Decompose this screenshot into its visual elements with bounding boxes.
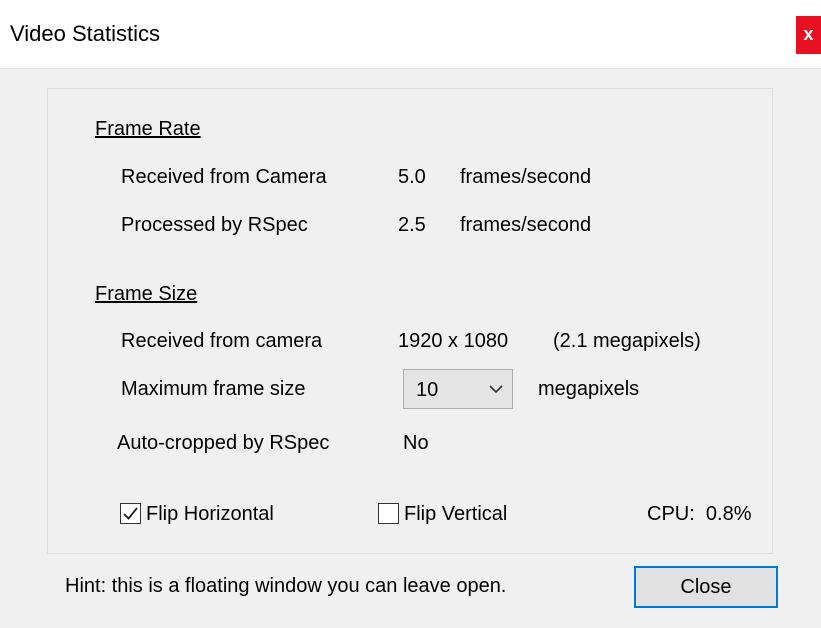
chevron-down-icon: [489, 385, 503, 394]
megapixels-note: (2.1 megapixels): [553, 330, 701, 352]
max-frame-size-label: Maximum frame size: [121, 378, 306, 400]
auto-cropped-value: No: [403, 432, 429, 454]
auto-cropped-label: Auto-cropped by RSpec: [117, 432, 330, 454]
received-fps-value: 5.0: [398, 166, 426, 188]
stats-panel: [47, 88, 773, 554]
close-icon[interactable]: x: [796, 16, 821, 54]
title-bar: Video Statistics x: [0, 0, 821, 69]
frame-size-heading: Frame Size: [95, 283, 198, 305]
flip-horizontal-label[interactable]: Flip Horizontal: [146, 503, 274, 526]
max-frame-size-unit: megapixels: [538, 378, 640, 400]
processed-fps-unit: frames/second: [460, 214, 592, 236]
window-title: Video Statistics: [10, 21, 161, 46]
frame-size-received-label: Received from camera: [121, 330, 323, 352]
received-fps-unit: frames/second: [460, 166, 592, 188]
processed-by-rspec-label: Processed by RSpec: [121, 214, 308, 236]
video-statistics-window: Video Statistics x Frame Rate Received f…: [0, 0, 821, 628]
hint-text: Hint: this is a floating window you can …: [65, 575, 507, 597]
max-frame-size-dropdown[interactable]: 10: [403, 369, 513, 409]
max-frame-size-value: 10: [416, 379, 439, 401]
frame-size-received-value: 1920 x 1080: [398, 330, 509, 352]
checkmark-icon: [123, 507, 138, 520]
processed-fps-value: 2.5: [398, 214, 426, 236]
flip-vertical-label[interactable]: Flip Vertical: [404, 503, 507, 526]
received-from-camera-label: Received from Camera: [121, 166, 327, 188]
flip-horizontal-checkbox[interactable]: [120, 503, 141, 524]
flip-vertical-checkbox[interactable]: [378, 503, 399, 524]
close-button[interactable]: Close: [634, 566, 778, 608]
frame-rate-heading: Frame Rate: [95, 118, 201, 140]
cpu-usage: CPU: 0.8%: [647, 503, 752, 525]
